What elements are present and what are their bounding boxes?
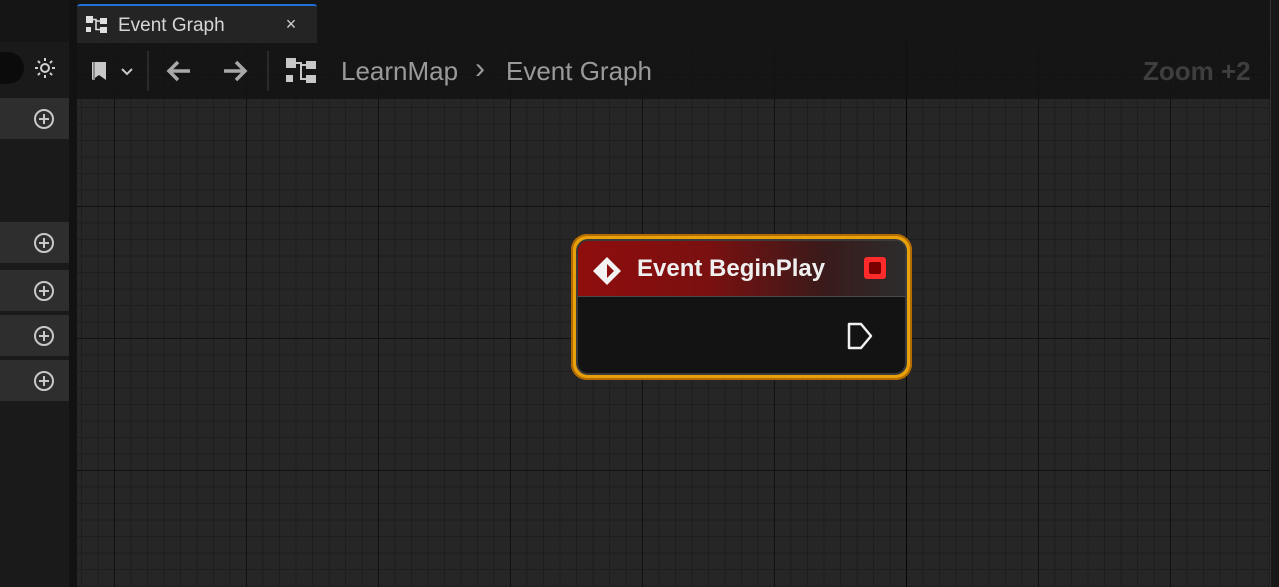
left-panel-header-gap xyxy=(0,0,70,42)
add-button-2[interactable] xyxy=(33,232,55,254)
plus-circle-icon xyxy=(34,326,54,346)
plus-circle-icon xyxy=(34,371,54,391)
forward-button[interactable] xyxy=(215,55,255,87)
bookmark-icon xyxy=(92,62,133,80)
plus-circle-icon xyxy=(34,233,54,253)
bookmark-button[interactable] xyxy=(85,55,137,87)
graph-icon xyxy=(286,58,316,83)
gear-icon xyxy=(35,58,55,78)
breadcrumb-separator-icon: › xyxy=(475,52,485,85)
delegate-pin[interactable] xyxy=(864,257,886,279)
category-row-2 xyxy=(0,222,69,264)
graph-toolbar: LearnMap › Event Graph Zoom +2 xyxy=(77,43,1270,99)
panel-splitter[interactable] xyxy=(69,0,77,587)
exec-pin-icon[interactable] xyxy=(846,321,874,356)
category-row-4 xyxy=(0,315,69,357)
tab-label: Event Graph xyxy=(118,15,225,36)
arrow-left-icon xyxy=(166,60,190,82)
back-button[interactable] xyxy=(159,55,199,87)
add-button-4[interactable] xyxy=(33,325,55,347)
event-diamond-icon xyxy=(592,256,622,291)
node-body: Event BeginPlay xyxy=(576,239,907,375)
graph-type-icon-button xyxy=(282,55,320,87)
add-button-5[interactable] xyxy=(33,370,55,392)
graph-icon xyxy=(85,15,109,40)
zoom-level-label: Zoom +2 xyxy=(1143,56,1251,86)
tab-event-graph[interactable]: Event Graph × xyxy=(77,4,317,43)
add-button-1[interactable] xyxy=(33,108,55,130)
arrow-right-icon xyxy=(224,60,248,82)
node-header: Event BeginPlay xyxy=(578,241,905,297)
breadcrumb-current[interactable]: Event Graph xyxy=(506,56,652,87)
toolbar-separator xyxy=(267,51,269,91)
event-beginplay-node[interactable]: Event BeginPlay xyxy=(571,234,912,380)
left-panel xyxy=(0,0,70,587)
right-panel-edge xyxy=(1270,0,1279,587)
search-input[interactable] xyxy=(0,52,24,84)
breadcrumb-root[interactable]: LearnMap xyxy=(341,56,458,87)
tab-bar: Event Graph × xyxy=(77,0,1279,43)
plus-circle-icon xyxy=(34,109,54,129)
settings-button[interactable] xyxy=(30,53,60,83)
category-row-5 xyxy=(0,360,69,402)
plus-circle-icon xyxy=(34,281,54,301)
node-title: Event BeginPlay xyxy=(637,255,826,282)
toolbar-separator xyxy=(147,51,149,91)
category-row-1 xyxy=(0,98,69,140)
add-button-3[interactable] xyxy=(33,280,55,302)
category-row-3 xyxy=(0,270,69,312)
close-icon[interactable]: × xyxy=(281,14,301,34)
